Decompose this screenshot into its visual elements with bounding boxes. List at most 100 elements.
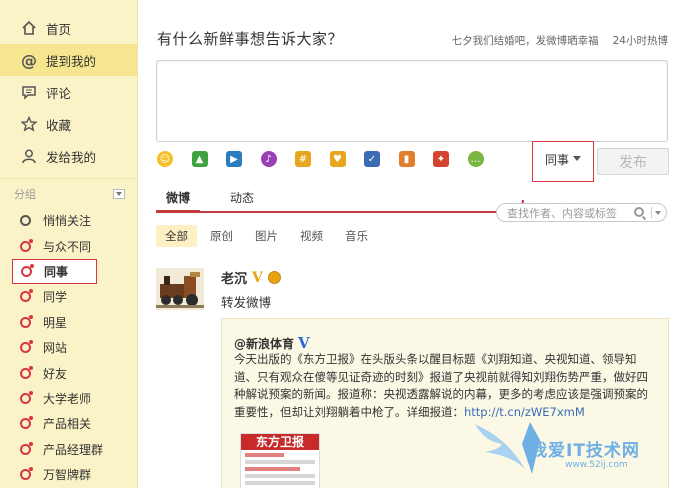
group-label: 网站 xyxy=(43,341,68,356)
group-item-selected[interactable]: 同事 xyxy=(12,258,97,285)
group-label: 产品经理群 xyxy=(43,442,104,457)
chevron-down-icon xyxy=(573,156,581,161)
verified-badge: V xyxy=(298,334,310,352)
feed-filters: 全部 原创 图片 视频 音乐 xyxy=(156,225,377,247)
vote-icon[interactable]: ✓ xyxy=(364,151,380,167)
group-item[interactable]: 产品经理群 xyxy=(0,437,137,462)
group-pin-icon xyxy=(20,340,33,354)
group-header-label: 分组 xyxy=(14,187,36,201)
watermark-text: 我爱IT技术网 xyxy=(530,441,640,461)
app-icon[interactable]: ✦ xyxy=(433,151,449,167)
group-label: 万智牌群 xyxy=(43,468,92,483)
search-divider xyxy=(651,207,652,218)
hot-link[interactable]: 24小时热博 xyxy=(613,33,668,48)
topic-link[interactable]: 七夕我们结婚吧，发微博晒幸福 xyxy=(452,33,599,48)
nav-favorites[interactable]: 收藏 xyxy=(0,108,137,140)
group-label: 同事 xyxy=(44,264,69,279)
nav-mentions-label: 提到我的 xyxy=(46,53,97,69)
group-item[interactable]: 悄悄关注 xyxy=(0,208,137,233)
chevron-down-icon[interactable] xyxy=(655,211,661,215)
filter-original[interactable]: 原创 xyxy=(201,225,242,247)
heart-icon[interactable]: ♥ xyxy=(329,151,346,167)
more-icon[interactable]: … xyxy=(467,151,484,167)
group-pin-icon xyxy=(20,215,31,227)
repost-author: @新浪体育 V xyxy=(234,334,310,352)
filter-videos[interactable]: 视频 xyxy=(291,225,332,247)
compose-links: 七夕我们结婚吧，发微博晒幸福 24小时热博 xyxy=(452,33,668,48)
group-label: 产品相关 xyxy=(43,417,92,432)
group-item[interactable]: 好友 xyxy=(0,360,137,385)
comment-icon xyxy=(20,83,38,101)
video-icon[interactable]: ▶ xyxy=(226,151,242,167)
group-item[interactable]: 明星 xyxy=(0,310,137,335)
repost-author-name[interactable]: @新浪体育 xyxy=(234,335,294,352)
search-placeholder: 查找作者、内容或标签 xyxy=(507,206,617,220)
verified-badge: V xyxy=(252,269,263,286)
group-toggle-button[interactable] xyxy=(113,188,125,199)
filter-music[interactable]: 音乐 xyxy=(336,225,377,247)
sidebar: 首页 @ 提到我的 评论 收藏 发给我的 分组 悄悄关注 与众不同 同事 同学 … xyxy=(0,0,138,488)
nav-comments-label: 评论 xyxy=(46,85,72,101)
filter-images[interactable]: 图片 xyxy=(246,225,287,247)
group-label: 大学老师 xyxy=(43,391,92,406)
home-icon xyxy=(20,19,38,37)
group-header: 分组 xyxy=(0,178,137,208)
star-icon xyxy=(20,115,38,133)
newspaper-masthead: 东方卫报 xyxy=(241,434,319,450)
group-item[interactable]: 同学 xyxy=(0,284,137,309)
nav-comments[interactable]: 评论 xyxy=(0,76,137,108)
author-name[interactable]: 老沉 xyxy=(221,268,247,287)
repost-text: 今天出版的《东方卫报》在头版头条以醒目标题《刘翔知道、央视知道、领导知道、只有观… xyxy=(234,352,648,419)
feed-search-input[interactable]: 查找作者、内容或标签 xyxy=(496,203,667,222)
group-pin-icon xyxy=(20,441,33,455)
compose-textarea[interactable] xyxy=(156,60,668,142)
repost-image[interactable]: 东方卫报 xyxy=(240,433,320,488)
group-item[interactable]: 与众不同 xyxy=(0,233,137,258)
nav-home[interactable]: 首页 xyxy=(0,12,137,44)
group-pin-icon xyxy=(20,289,33,303)
emoji-icon[interactable]: ☺ xyxy=(157,151,173,167)
image-icon[interactable]: ▲ xyxy=(191,151,208,167)
nav-messages[interactable]: 发给我的 xyxy=(0,140,137,172)
compose-toolbar: ☺ ▲ ▶ ♪ # ♥ ✓ ▮ ✦ … xyxy=(157,151,484,167)
group-pin-icon xyxy=(20,238,33,252)
feed-tabs: 微博 动态 xyxy=(156,189,264,213)
visibility-scope-dropdown[interactable]: 同事 xyxy=(532,141,594,182)
group-label: 同学 xyxy=(43,290,68,305)
tab-underline xyxy=(156,211,496,213)
publish-button[interactable]: 发布 xyxy=(597,148,669,175)
nav-messages-label: 发给我的 xyxy=(46,149,97,165)
crown-icon xyxy=(267,271,281,284)
group-pin-icon xyxy=(21,263,34,277)
group-label: 好友 xyxy=(43,366,68,381)
tab-activity[interactable]: 动态 xyxy=(220,189,264,213)
group-item[interactable]: 万智牌群 xyxy=(0,462,137,487)
group-pin-icon xyxy=(20,467,33,481)
group-item[interactable]: 大学老师 xyxy=(0,386,137,411)
repost-body: 今天出版的《东方卫报》在头版头条以醒目标题《刘翔知道、央视知道、领导知道、只有观… xyxy=(234,351,658,421)
post-text: 转发微博 xyxy=(221,295,272,310)
group-pin-icon xyxy=(20,390,33,404)
watermark: 我爱IT技术网 www.52ij.com xyxy=(470,414,680,484)
watermark-url: www.52ij.com xyxy=(565,460,628,470)
group-item[interactable]: 产品相关 xyxy=(0,411,137,436)
tab-weibo[interactable]: 微博 xyxy=(156,189,201,213)
chart-icon[interactable]: ▮ xyxy=(398,151,415,167)
group-pin-icon xyxy=(20,365,33,379)
nav-mentions[interactable]: @ 提到我的 xyxy=(0,44,137,76)
avatar[interactable] xyxy=(156,268,204,310)
group-label: 悄悄关注 xyxy=(43,214,92,229)
group-item[interactable]: 网站 xyxy=(0,335,137,360)
filter-all[interactable]: 全部 xyxy=(156,225,197,247)
nav-favorites-label: 收藏 xyxy=(46,117,72,133)
group-label: 与众不同 xyxy=(43,239,92,254)
topic-icon[interactable]: # xyxy=(295,151,311,167)
music-icon[interactable]: ♪ xyxy=(260,151,277,167)
group-pin-icon xyxy=(20,416,33,430)
person-icon xyxy=(20,147,38,165)
compose-title: 有什么新鲜事想告诉大家？ xyxy=(157,30,344,48)
nav-home-label: 首页 xyxy=(46,21,72,37)
group-label: 明星 xyxy=(43,315,68,330)
search-icon[interactable] xyxy=(634,207,644,217)
group-pin-icon xyxy=(20,314,33,328)
